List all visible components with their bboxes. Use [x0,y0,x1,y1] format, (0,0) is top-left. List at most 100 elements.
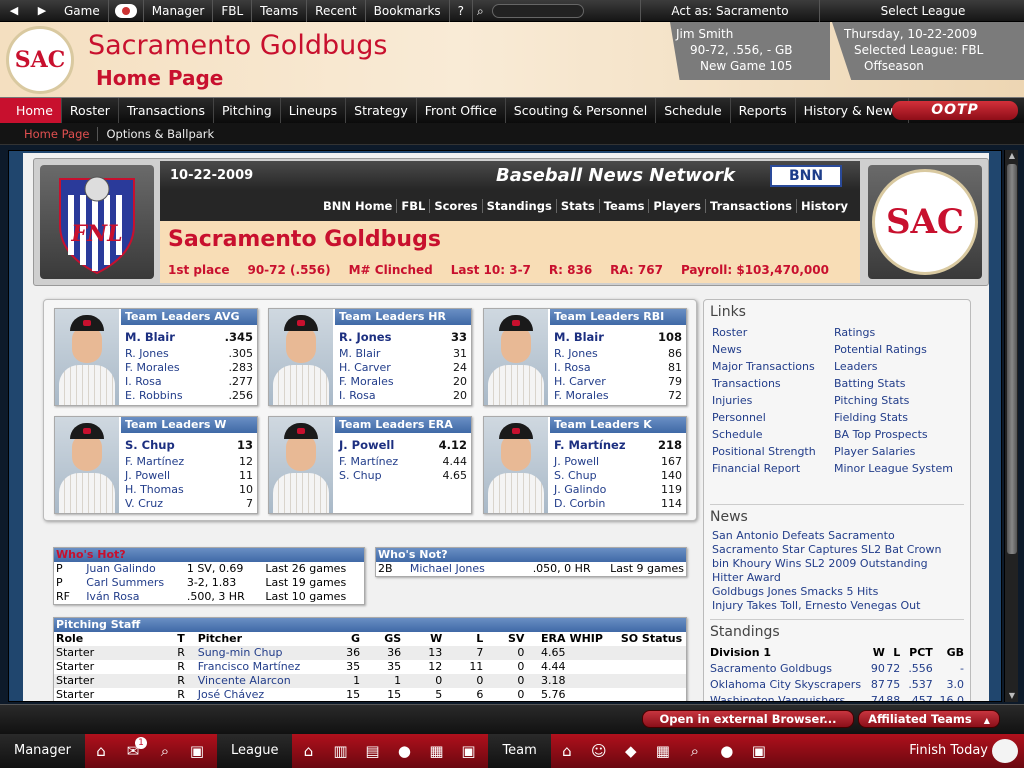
magnifier-icon[interactable]: ⌕ [151,737,179,765]
column-header[interactable]: T [175,632,196,646]
menu-help[interactable]: ? [450,0,474,22]
nav-lineups[interactable]: Lineups [281,98,347,123]
news-link[interactable]: Hitter Award [712,571,970,585]
leader-player-link[interactable]: S. Chup [554,469,597,483]
scroll-up-icon[interactable]: ▲ [1005,150,1019,162]
news-link[interactable]: Sacramento Star Captures SL2 Bat Crown [712,543,970,557]
affiliated-teams-button[interactable]: Affiliated Teams ▲ [858,710,1000,728]
menu-manager[interactable]: Manager [144,0,214,22]
leader-player-link[interactable]: F. Morales [339,375,394,389]
leader-player-link[interactable]: R. Jones [339,329,391,347]
sidebar-link[interactable]: Fielding Stats [834,411,953,428]
team-camera-icon[interactable]: ▣ [745,737,773,765]
leader-player-link[interactable]: S. Chup [339,469,382,483]
nav-front-office[interactable]: Front Office [417,98,506,123]
sidebar-link[interactable]: Financial Report [712,462,816,479]
select-league-menu[interactable]: Select League [822,0,1024,22]
column-header[interactable]: ERA [526,632,567,646]
scrollbar-thumb[interactable] [1007,164,1017,554]
team-link[interactable]: Washington Vanquishers [710,692,861,702]
player-link[interactable]: Michael Jones [408,562,531,576]
nav-strategy[interactable]: Strategy [346,98,417,123]
team-link[interactable]: Sacramento Goldbugs [710,660,861,676]
menu-bookmarks[interactable]: Bookmarks [366,0,450,22]
scroll-down-icon[interactable]: ▼ [1005,690,1019,702]
subnav-home-page[interactable]: Home Page [22,126,99,141]
column-header[interactable]: Pitcher [196,632,315,646]
menu-fbl[interactable]: FBL [213,0,253,22]
menu-teams[interactable]: Teams [252,0,308,22]
sidebar-link[interactable]: News [712,343,816,360]
sidebar-link[interactable]: Leaders [834,360,953,377]
bnn-link-players[interactable]: Players [648,199,706,213]
nav-roster[interactable]: Roster [62,98,119,123]
column-header[interactable]: GS [362,632,403,646]
home-icon[interactable]: ⌂ [87,737,115,765]
open-external-browser-button[interactable]: Open in external Browser... [642,710,854,728]
bnn-link-standings[interactable]: Standings [481,199,556,213]
leader-player-link[interactable]: M. Blair [554,329,604,347]
player-link[interactable]: Carl Summers [84,576,185,590]
menu-recent[interactable]: Recent [307,0,366,22]
person-icon[interactable]: ☺ [585,737,613,765]
finish-today-button[interactable]: Finish Today [909,734,988,768]
leader-player-link[interactable]: M. Blair [125,329,175,347]
pitcher-link[interactable]: Francisco Martínez [196,660,315,674]
pitcher-link[interactable]: Vincente Alarcon [195,674,315,688]
subnav-options-ballpark[interactable]: Options & Ballpark [98,127,222,141]
player-photo[interactable] [55,417,119,513]
news-link[interactable]: bin Khoury Wins SL2 2009 Outstanding [712,557,970,571]
bnn-link-history[interactable]: History [796,199,852,213]
player-link[interactable]: Juan Galindo [84,562,185,576]
taskbar-team[interactable]: Team [488,734,551,768]
leader-player-link[interactable]: J. Powell [554,455,599,469]
nav-transactions[interactable]: Transactions [119,98,214,123]
bnn-link-home[interactable]: BNN Home [319,199,396,213]
leader-player-link[interactable]: F. Martínez [339,455,398,469]
pitcher-link[interactable]: José Chávez [196,688,315,701]
team-clipboard-icon[interactable]: ▦ [649,737,677,765]
column-header[interactable]: G [315,632,362,646]
forward-arrow-icon[interactable]: ▶ [28,4,56,17]
leader-player-link[interactable]: S. Chup [125,437,175,455]
chart-icon[interactable]: ▤ [358,737,386,765]
leader-player-link[interactable]: I. Rosa [554,361,591,375]
nav-home[interactable]: Home [0,98,62,123]
sidebar-link[interactable]: Injuries [712,394,816,411]
back-arrow-icon[interactable]: ◀ [0,4,28,17]
player-photo[interactable] [55,309,119,405]
menu-game[interactable]: Game [56,0,109,22]
sidebar-link[interactable]: Personnel [712,411,816,428]
news-link[interactable]: San Antonio Defeats Sacramento [712,529,970,543]
player-photo[interactable] [269,309,333,405]
coin-icon[interactable]: ● [713,737,741,765]
nav-reports[interactable]: Reports [731,98,796,123]
bnn-link-teams[interactable]: Teams [598,199,649,213]
column-header[interactable]: SO Status [619,632,686,646]
sidebar-link[interactable]: Roster [712,326,816,343]
leader-player-link[interactable]: R. Jones [554,347,598,361]
leader-player-link[interactable]: F. Morales [125,361,180,375]
league-home-icon[interactable]: ⌂ [294,737,322,765]
column-header[interactable]: L [444,632,485,646]
leader-player-link[interactable]: J. Powell [125,469,170,483]
sidebar-link[interactable]: Pitching Stats [834,394,953,411]
sidebar-link[interactable]: BA Top Prospects [834,428,953,445]
leader-player-link[interactable]: J. Galindo [554,483,606,497]
column-header[interactable]: W [403,632,444,646]
bnn-link-scores[interactable]: Scores [429,199,482,213]
news-link[interactable]: Goldbugs Jones Smacks 5 Hits [712,585,970,599]
leader-player-link[interactable]: I. Rosa [339,389,376,403]
leader-player-link[interactable]: H. Thomas [125,483,184,497]
team-magnifier-icon[interactable]: ⌕ [681,737,709,765]
leader-player-link[interactable]: H. Carver [554,375,606,389]
diamond-icon[interactable]: ◆ [617,737,645,765]
sidebar-link[interactable]: Batting Stats [834,377,953,394]
sidebar-link[interactable]: Potential Ratings [834,343,953,360]
league-camera-icon[interactable]: ▣ [454,737,482,765]
leader-player-link[interactable]: V. Cruz [125,497,163,511]
bnn-link-transactions[interactable]: Transactions [705,199,797,213]
taskbar-league[interactable]: League [216,734,293,768]
sidebar-link[interactable]: Minor League System [834,462,953,479]
nav-scouting[interactable]: Scouting & Personnel [506,98,657,123]
